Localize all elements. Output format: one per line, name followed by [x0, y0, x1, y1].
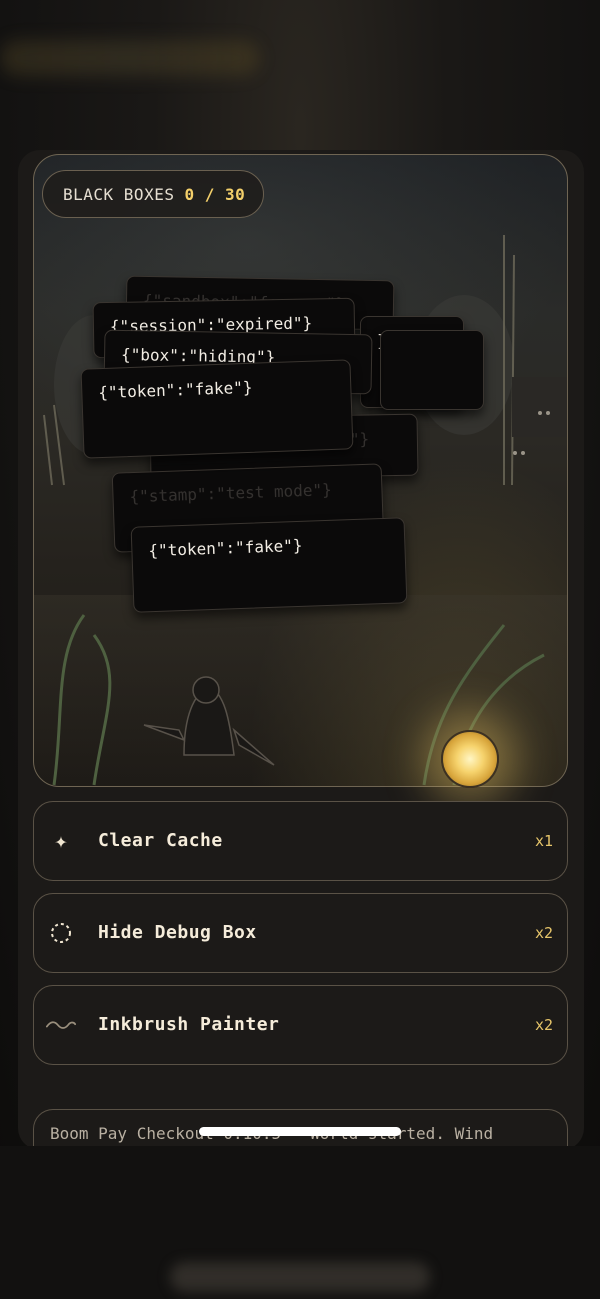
counter-value: 0 / 30 — [184, 185, 245, 204]
tool-clear-cache[interactable]: ✦ Clear Cache x1 — [33, 801, 568, 881]
counter-total: 30 — [225, 184, 246, 204]
blurred-footer — [170, 1262, 430, 1292]
counter-found: 0 — [184, 184, 195, 204]
tool-name: Clear Cache — [98, 830, 223, 851]
wave-icon — [46, 1010, 76, 1040]
black-box-card[interactable] — [380, 330, 484, 410]
home-indicator[interactable] — [199, 1127, 401, 1136]
black-box-card[interactable]: {"token":"fake"} — [80, 359, 354, 459]
tool-inkbrush-painter[interactable]: Inkbrush Painter x2 — [33, 985, 568, 1065]
stone-ruins — [512, 377, 567, 455]
swamp-creature — [143, 676, 275, 766]
tool-quantity: x2 — [534, 1016, 553, 1034]
glowing-orb[interactable] — [441, 730, 499, 788]
sparkle-icon: ✦ — [54, 828, 68, 854]
tool-hide-debug-box[interactable]: Hide Debug Box x2 — [33, 893, 568, 973]
counter-separator: / — [204, 184, 215, 204]
black-boxes-counter: BLACK BOXES 0 / 30 — [42, 170, 265, 218]
tool-quantity: x1 — [534, 832, 553, 850]
tool-name: Inkbrush Painter — [98, 1014, 280, 1035]
tool-name: Hide Debug Box — [98, 922, 257, 943]
counter-label: BLACK BOXES — [63, 184, 175, 204]
black-box-card[interactable]: {"token":"fake"} — [130, 517, 408, 613]
tool-quantity: x2 — [534, 924, 553, 942]
dashed-circle-icon — [46, 918, 76, 948]
blurred-header — [0, 40, 260, 76]
